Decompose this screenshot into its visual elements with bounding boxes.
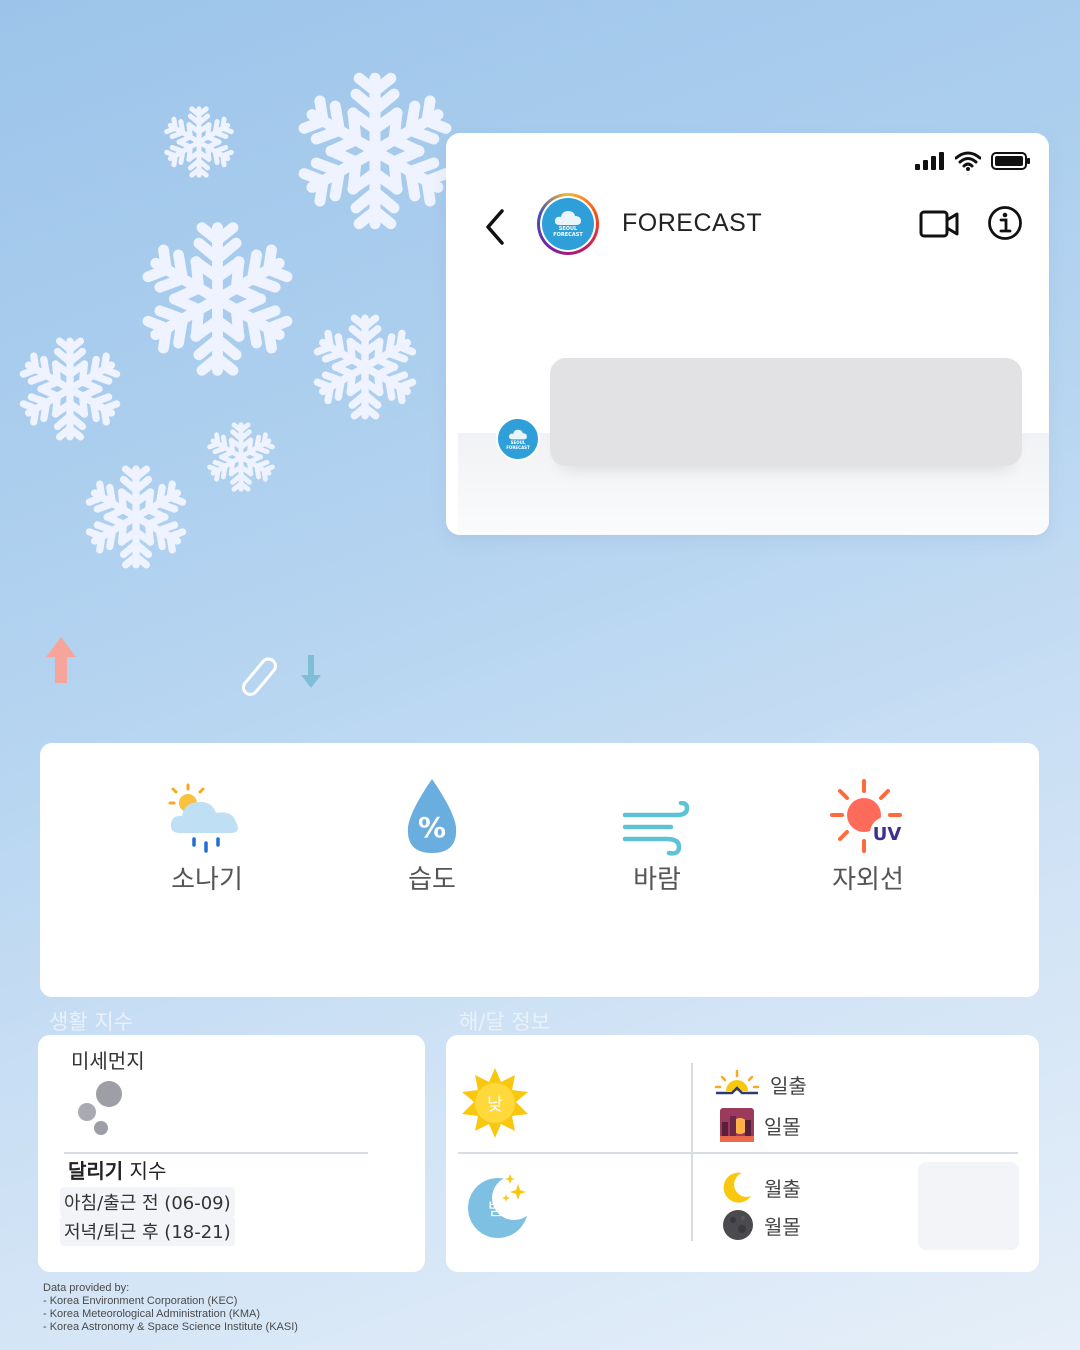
weather-item-shower: 소나기 — [147, 777, 267, 896]
info-icon[interactable] — [987, 205, 1023, 241]
moonrise-icon — [723, 1172, 751, 1203]
snowflake-icon — [312, 314, 418, 420]
sunset-label: 일몰 — [764, 1114, 801, 1139]
moonset-row: 월몰 — [722, 1209, 801, 1241]
video-call-icon[interactable] — [919, 208, 959, 240]
snowflake-icon — [296, 72, 454, 230]
paperclip-icon — [241, 657, 277, 696]
night-moon-icon: 밤 — [468, 1174, 536, 1238]
chat-body: SEOUL FORECAST — [446, 261, 1049, 535]
sun-moon-heading: 해/달 정보 — [459, 1010, 551, 1034]
snowflake-icon — [18, 336, 122, 442]
snowflake-icon — [163, 106, 235, 178]
sunrise-label: 일출 — [770, 1073, 807, 1098]
profile-avatar[interactable]: SEOUL FORECAST — [537, 193, 599, 255]
humidity-glyph: % — [418, 811, 446, 844]
sunrise-row: 일출 — [714, 1069, 807, 1099]
moon-phase-placeholder — [918, 1162, 1019, 1250]
sun-moon-card: 낮 밤 일출 일몰 월출 월몰 — [446, 1035, 1039, 1272]
night-label: 밤 — [488, 1200, 504, 1220]
snowflake-icon — [84, 464, 188, 570]
living-index-card: 미세먼지 달리기 지수 아침/출근 전 (06-09) 저녁/퇴근 후 (18-… — [38, 1035, 425, 1272]
chat-window: SEOUL FORECAST FORECAST SEOUL FORECAST — [446, 133, 1049, 535]
living-index-heading: 생활 지수 — [49, 1010, 133, 1034]
moonset-icon — [723, 1210, 753, 1240]
wifi-icon — [955, 151, 981, 171]
day-sun-icon: 낮 — [462, 1068, 528, 1138]
footer-line: - Korea Astronomy & Space Science Instit… — [43, 1321, 298, 1333]
shower-icon — [168, 783, 238, 853]
sender-avatar-label-2: FORECAST — [506, 444, 530, 450]
battery-icon — [991, 152, 1030, 170]
snowflake-icon — [140, 220, 295, 378]
back-icon[interactable] — [482, 207, 508, 247]
shower-label: 소나기 — [171, 865, 243, 895]
running-title-bold: 달리기 — [68, 1159, 124, 1183]
weather-item-uv: UV 자외선 — [808, 777, 928, 896]
footer-line: - Korea Environment Corporation (KEC) — [43, 1295, 238, 1307]
arrow-up-icon — [46, 637, 76, 683]
fine-dust-title: 미세먼지 — [71, 1049, 145, 1073]
uv-label: 자외선 — [832, 865, 904, 895]
snowflake-icon — [206, 422, 276, 492]
humidity-drop-icon: % — [407, 779, 457, 853]
uv-sun-icon: UV — [830, 779, 902, 853]
wind-label: 바람 — [633, 865, 681, 895]
footer-line: - Korea Meteorological Administration (K… — [43, 1308, 261, 1320]
weather-conditions-card: 소나기 % 습도 바람 UV 자외선 — [40, 743, 1039, 997]
day-label: 낮 — [487, 1095, 503, 1115]
chat-header: SEOUL FORECAST FORECAST — [446, 193, 1049, 261]
weather-item-humidity: % 습도 — [372, 777, 492, 896]
uv-glyph: UV — [873, 824, 902, 845]
arrow-down-icon — [301, 655, 321, 688]
moonrise-row: 월출 — [720, 1170, 801, 1204]
avatar-label-2: FORECAST — [553, 232, 583, 238]
weather-item-wind: 바람 — [597, 777, 717, 896]
sunrise-icon — [714, 1069, 760, 1095]
signal-icon — [915, 152, 944, 170]
sunset-icon — [720, 1108, 754, 1142]
divider — [458, 1152, 1018, 1154]
running-evening: 저녁/퇴근 후 (18-21) — [60, 1216, 235, 1246]
status-bar — [915, 151, 1031, 171]
footer-line: Data provided by: — [43, 1282, 130, 1294]
divider — [64, 1152, 368, 1154]
wind-icon — [622, 801, 690, 856]
cloud-logo: SEOUL FORECAST — [542, 198, 594, 250]
running-title-rest: 지수 — [123, 1159, 167, 1183]
sender-avatar: SEOUL FORECAST — [496, 417, 540, 461]
dust-particles-icon — [78, 1081, 122, 1135]
sunset-row: 일몰 — [720, 1108, 801, 1142]
humidity-label: 습도 — [408, 865, 456, 895]
running-index-title: 달리기 지수 — [68, 1155, 167, 1189]
data-source-footer: Data provided by: - Korea Environment Co… — [43, 1282, 298, 1334]
message-bubble — [550, 358, 1022, 466]
running-morning: 아침/출근 전 (06-09) — [60, 1187, 235, 1217]
chat-title: FORECAST — [622, 209, 763, 237]
moonset-label: 월몰 — [764, 1214, 801, 1239]
moonrise-label: 월출 — [764, 1176, 801, 1201]
